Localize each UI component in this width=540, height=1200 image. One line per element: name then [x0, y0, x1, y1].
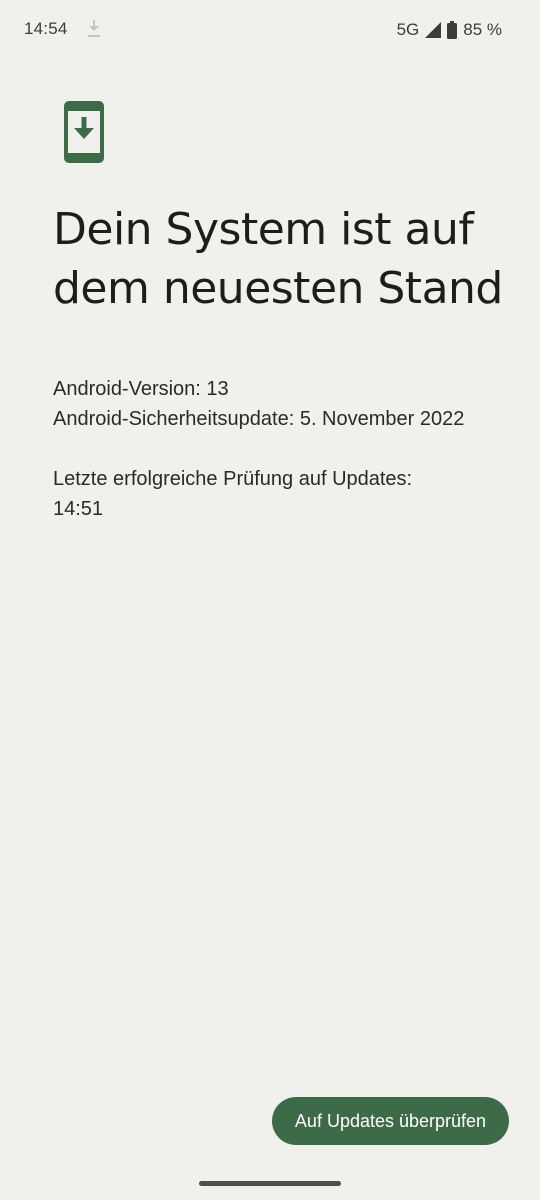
- last-check-time: 14:51: [53, 498, 104, 520]
- android-version: Android-Version: 13: [53, 378, 229, 400]
- battery-icon: [447, 21, 458, 39]
- gesture-nav-handle[interactable]: [199, 1181, 341, 1186]
- last-check-label: Letzte erfolgreiche Prüfung auf Updates:: [53, 468, 413, 490]
- battery-level: 85 %: [463, 20, 502, 39]
- system-update-icon: [64, 101, 104, 163]
- page-title: Dein System ist auf dem neuesten Stand: [53, 204, 503, 314]
- download-icon: [88, 20, 100, 37]
- signal-icon: [425, 22, 442, 38]
- status-bar: 14:54 5G 85 %: [0, 0, 540, 60]
- status-time: 14:54: [24, 19, 68, 38]
- update-info: Android-Version: 13 Android-Sicherheitsu…: [53, 374, 513, 524]
- check-updates-button[interactable]: Auf Updates überprüfen: [272, 1097, 509, 1145]
- security-update: Android-Sicherheitsupdate: 5. November 2…: [53, 408, 465, 430]
- status-indicators: 5G 85 %: [397, 19, 502, 41]
- network-label: 5G: [396, 20, 420, 39]
